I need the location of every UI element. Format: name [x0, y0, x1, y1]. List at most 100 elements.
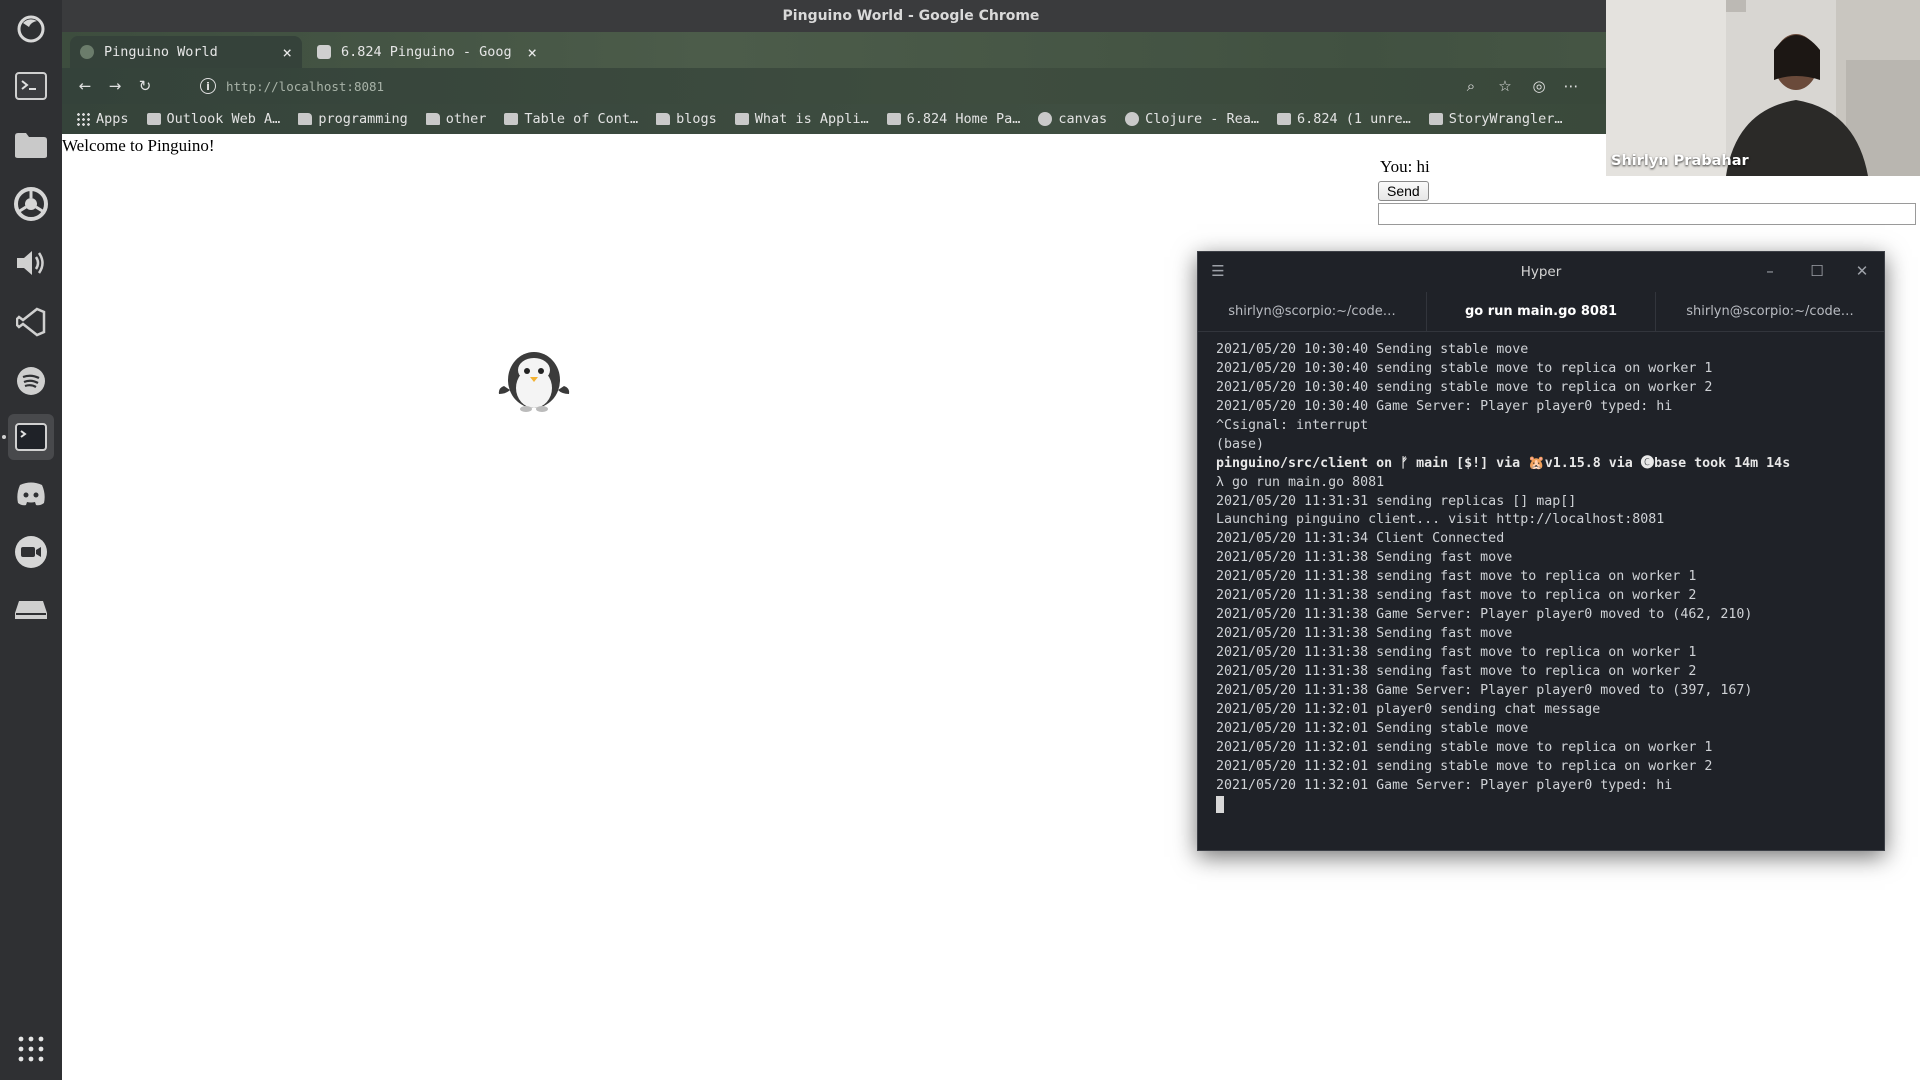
- bookmark-11[interactable]: StoryWrangler…: [1428, 111, 1563, 127]
- page-icon: [886, 113, 901, 125]
- bookmark-label: Clojure - Rea…: [1145, 111, 1259, 127]
- bookmark-2[interactable]: programming: [298, 111, 408, 127]
- window-title: Pinguino World - Google Chrome: [782, 8, 1040, 24]
- spotify-icon: [14, 364, 48, 398]
- bookmark-star-icon[interactable]: ☆: [1496, 77, 1514, 95]
- bookmark-label: 6.824 (1 unre…: [1296, 111, 1411, 127]
- tab-6824-pinguino[interactable]: 6.824 Pinguino - Goog ×: [307, 36, 547, 68]
- send-button[interactable]: Send: [1378, 181, 1429, 201]
- url-port: :8081: [346, 78, 385, 94]
- bookmark-label: blogs: [676, 111, 717, 127]
- terminal-line: 2021/05/20 10:30:40 sending stable move …: [1216, 360, 1713, 376]
- bookmark-5[interactable]: blogs: [656, 111, 717, 127]
- dock-zoom[interactable]: [8, 529, 54, 575]
- globe-icon: [80, 45, 94, 59]
- piazza-icon: [1276, 113, 1291, 125]
- terminal-line: 2021/05/20 11:31:38 sending fast move to…: [1216, 588, 1697, 604]
- dock-firefox[interactable]: [8, 6, 54, 52]
- extensions-icon[interactable]: ⋯: [1562, 77, 1580, 95]
- dock-discord[interactable]: [8, 471, 54, 517]
- bookmark-10[interactable]: 6.824 (1 unre…: [1276, 111, 1411, 127]
- chrome-icon: [14, 187, 48, 221]
- bookmark-3[interactable]: other: [425, 111, 487, 127]
- bookmark-label: programming: [318, 111, 408, 127]
- bookmark-7[interactable]: 6.824 Home Pa…: [886, 111, 1020, 127]
- terminal-line: 2021/05/20 11:31:38 Sending fast move: [1216, 626, 1513, 642]
- site-info-icon[interactable]: i: [200, 78, 216, 94]
- welcome-heading: Welcome to Pinguino!: [62, 136, 215, 155]
- show-applications-button[interactable]: [8, 1026, 54, 1072]
- maximize-icon[interactable]: ☐: [1807, 262, 1827, 280]
- tab-title: 6.824 Pinguino - Goog: [341, 44, 512, 60]
- page-icon: [1428, 113, 1443, 125]
- address-bar[interactable]: i http://localhost:8081: [200, 72, 1650, 100]
- zoom-magnifier-icon[interactable]: ⌕: [1462, 77, 1480, 95]
- hyper-terminal-icon: [14, 420, 48, 454]
- terminal-line: 2021/05/20 11:31:38 Sending fast move: [1216, 550, 1513, 566]
- tab-title: Pinguino World: [104, 44, 218, 60]
- bookmark-label: canvas: [1058, 111, 1108, 127]
- dock-files[interactable]: [8, 122, 54, 168]
- tab-pinguino-world[interactable]: Pinguino World ×: [70, 36, 302, 68]
- vscode-icon: [14, 305, 48, 339]
- hyper-tab-1[interactable]: go run main.go 8081: [1427, 292, 1656, 331]
- forward-icon[interactable]: →: [106, 77, 124, 95]
- hyper-tab-0[interactable]: shirlyn@scorpio:~/code…: [1198, 292, 1427, 331]
- bookmark-label: What is Appli…: [754, 111, 869, 127]
- bookmark-label: Table of Cont…: [524, 111, 639, 127]
- terminal-line: 2021/05/20 11:31:38 sending fast move to…: [1216, 569, 1697, 585]
- terminal-line: 2021/05/20 11:31:34 Client Connected: [1216, 531, 1505, 547]
- outlook-icon: [146, 113, 161, 125]
- terminal-cursor: [1216, 795, 1224, 813]
- dock-terminal[interactable]: [8, 63, 54, 109]
- terminal-output[interactable]: 2021/05/20 10:30:40 Sending stable move 2…: [1198, 332, 1884, 824]
- dock-sound[interactable]: [8, 240, 54, 286]
- bookmark-0[interactable]: Apps: [76, 111, 129, 127]
- chat-input[interactable]: [1378, 203, 1916, 225]
- terminal-line: (base): [1216, 436, 1265, 452]
- dock-chrome[interactable]: [8, 181, 54, 227]
- bookmark-1[interactable]: Outlook Web A…: [146, 111, 281, 127]
- url-text[interactable]: http://localhost:8081: [226, 79, 384, 94]
- bookmark-4[interactable]: Table of Cont…: [504, 111, 638, 127]
- terminal-line: 2021/05/20 11:32:01 Sending stable move: [1216, 720, 1529, 736]
- folder-icon: [425, 113, 440, 125]
- terminal-line: 2021/05/20 10:30:40 Game Server: Player …: [1216, 398, 1673, 414]
- discord-icon: [14, 477, 48, 511]
- dock-spotify[interactable]: [8, 358, 54, 404]
- hyper-tab-bar: shirlyn@scorpio:~/code… go run main.go 80…: [1198, 292, 1884, 332]
- close-tab-icon[interactable]: ×: [527, 43, 537, 62]
- bookmark-6[interactable]: What is Appli…: [734, 111, 869, 127]
- terminal-line: 2021/05/20 10:30:40 Sending stable move: [1216, 342, 1529, 357]
- terminal-line: Launching pinguino client... visit http:…: [1216, 512, 1665, 528]
- terminal-line: 2021/05/20 11:31:31 sending replicas [] …: [1216, 493, 1577, 509]
- minimize-icon[interactable]: –: [1760, 262, 1780, 280]
- canvas-icon: [1038, 112, 1053, 126]
- zoom-icon: [14, 535, 48, 569]
- folder-icon: [298, 113, 313, 125]
- terminal-icon: [14, 69, 48, 103]
- dock-vscode[interactable]: [8, 299, 54, 345]
- firefox-icon: [14, 12, 48, 46]
- terminal-line: ^Csignal: interrupt: [1216, 417, 1369, 433]
- reload-icon[interactable]: ↻: [136, 77, 154, 95]
- close-window-icon[interactable]: ✕: [1852, 262, 1872, 280]
- terminal-line: 2021/05/20 10:30:40 sending stable move …: [1216, 379, 1713, 395]
- hamburger-menu-icon[interactable]: ☰: [1208, 262, 1228, 280]
- bookmark-label: Apps: [96, 111, 129, 127]
- bookmark-8[interactable]: canvas: [1038, 111, 1107, 127]
- dock-drive[interactable]: [8, 587, 54, 633]
- hyper-tab-2[interactable]: shirlyn@scorpio:~/code…: [1656, 292, 1884, 331]
- back-icon[interactable]: ←: [76, 77, 94, 95]
- page-icon: [734, 113, 749, 125]
- hyper-terminal-window: ☰ Hyper – ☐ ✕ shirlyn@scorpio:~/code… go …: [1197, 251, 1885, 851]
- terminal-line: 2021/05/20 11:32:01 player0 sending chat…: [1216, 701, 1601, 717]
- bookmark-label: Outlook Web A…: [166, 111, 281, 127]
- bookmark-label: other: [445, 111, 487, 127]
- terminal-line: 2021/05/20 11:31:38 sending fast move to…: [1216, 645, 1697, 660]
- close-tab-icon[interactable]: ×: [282, 43, 292, 62]
- dock-hyper[interactable]: [8, 414, 54, 460]
- incognito-icon[interactable]: ◎: [1530, 77, 1548, 95]
- penguin-sprite[interactable]: [496, 348, 572, 412]
- bookmark-9[interactable]: Clojure - Rea…: [1125, 111, 1259, 127]
